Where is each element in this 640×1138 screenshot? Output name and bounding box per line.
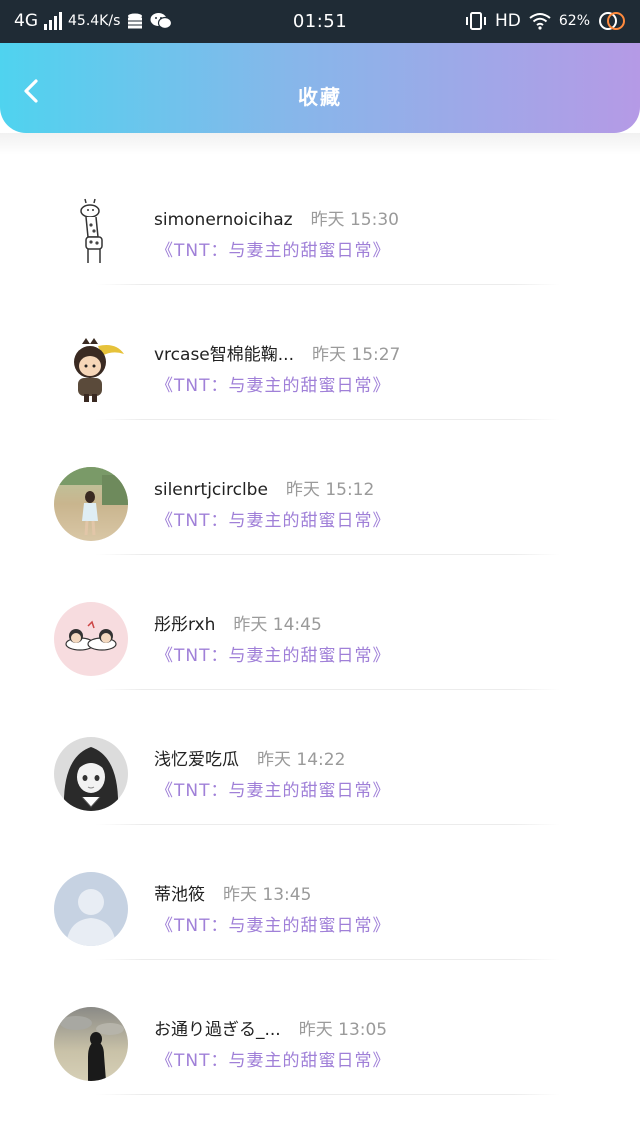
status-left: 4G 45.4K/s <box>14 11 173 31</box>
avatar[interactable] <box>54 197 128 271</box>
divider <box>96 1094 560 1095</box>
timestamp: 昨天 15:12 <box>285 480 375 500</box>
list-item[interactable]: お通り過ぎる_... 昨天 13:05 《TNT：与妻主的甜蜜日常》 <box>0 960 640 1095</box>
list-item[interactable]: simonernoicihaz 昨天 15:30 《TNT：与妻主的甜蜜日常》 <box>0 150 640 285</box>
database-icon <box>128 13 143 29</box>
anime-girl-icon <box>54 737 128 811</box>
avatar[interactable] <box>54 872 128 946</box>
hd-indicator: HD <box>495 11 521 31</box>
default-person-icon <box>54 872 128 946</box>
wifi-icon <box>529 13 551 30</box>
list-item[interactable]: 彤彤rxh 昨天 14:45 《TNT：与妻主的甜蜜日常》 <box>0 555 640 690</box>
book-title-link[interactable]: 《TNT：与妻主的甜蜜日常》 <box>156 911 391 936</box>
signal-icon <box>44 12 62 30</box>
username[interactable]: vrcase智棉能鞠... <box>154 340 294 365</box>
list-item[interactable]: vrcase智棉能鞠... 昨天 15:27 《TNT：与妻主的甜蜜日常》 <box>0 285 640 420</box>
item-meta: vrcase智棉能鞠... 昨天 15:27 <box>154 340 400 365</box>
status-bar: 4G 45.4K/s 01:51 HD 62% <box>0 0 640 43</box>
item-meta: simonernoicihaz 昨天 15:30 <box>154 205 399 230</box>
network-speed: 45.4K/s <box>68 13 121 29</box>
list-item[interactable]: silenrtjcirclbe 昨天 15:12 《TNT：与妻主的甜蜜日常》 <box>0 420 640 555</box>
username[interactable]: silenrtjcirclbe <box>154 480 268 500</box>
timestamp: 昨天 13:45 <box>223 885 312 905</box>
timestamp: 昨天 14:22 <box>257 750 346 770</box>
book-title-link[interactable]: 《TNT：与妻主的甜蜜日常》 <box>156 776 391 801</box>
avatar[interactable] <box>54 332 128 406</box>
network-type: 4G <box>14 11 38 31</box>
username[interactable]: 彤彤rxh <box>154 610 215 635</box>
status-right: HD 62% <box>465 11 626 31</box>
chibi-ninja-icon <box>54 332 128 406</box>
book-title-link[interactable]: 《TNT：与妻主的甜蜜日常》 <box>156 371 391 396</box>
wechat-icon <box>150 13 173 30</box>
avatar[interactable] <box>54 602 128 676</box>
item-meta: silenrtjcirclbe 昨天 15:12 <box>154 475 374 500</box>
photo-girl-field-icon <box>54 467 128 541</box>
header-bar: 收藏 <box>0 43 640 133</box>
list-item[interactable]: 蒂池筱 昨天 13:45 《TNT：与妻主的甜蜜日常》 <box>0 825 640 960</box>
username[interactable]: simonernoicihaz <box>154 210 293 230</box>
book-title-link[interactable]: 《TNT：与妻主的甜蜜日常》 <box>156 1046 391 1071</box>
avatar[interactable] <box>54 737 128 811</box>
list-item[interactable]: 浅忆爱吃瓜 昨天 14:22 《TNT：与妻主的甜蜜日常》 <box>0 690 640 825</box>
username[interactable]: 浅忆爱吃瓜 <box>154 745 239 770</box>
username[interactable]: お通り過ぎる_... <box>154 1015 281 1040</box>
item-meta: 蒂池筱 昨天 13:45 <box>154 880 311 905</box>
avatar[interactable] <box>54 467 128 541</box>
timestamp: 昨天 14:45 <box>233 615 322 635</box>
username[interactable]: 蒂池筱 <box>154 880 205 905</box>
battery-icon <box>599 12 625 30</box>
pink-cartoon-icon <box>54 602 128 676</box>
item-meta: お通り過ぎる_... 昨天 13:05 <box>154 1015 387 1040</box>
book-title-link[interactable]: 《TNT：与妻主的甜蜜日常》 <box>156 641 391 666</box>
item-meta: 彤彤rxh 昨天 14:45 <box>154 610 322 635</box>
timestamp: 昨天 15:30 <box>310 210 399 230</box>
book-title-link[interactable]: 《TNT：与妻主的甜蜜日常》 <box>156 506 391 531</box>
timestamp: 昨天 15:27 <box>311 345 401 365</box>
avatar[interactable] <box>54 1007 128 1081</box>
timestamp: 昨天 13:05 <box>298 1020 388 1040</box>
vibrate-icon <box>466 12 486 30</box>
giraffe-icon <box>54 197 128 271</box>
battery-percent: 62% <box>558 13 590 29</box>
book-title-link[interactable]: 《TNT：与妻主的甜蜜日常》 <box>156 236 391 261</box>
page-title: 收藏 <box>298 85 342 109</box>
item-meta: 浅忆爱吃瓜 昨天 14:22 <box>154 745 345 770</box>
silhouette-sky-icon <box>54 1007 128 1081</box>
